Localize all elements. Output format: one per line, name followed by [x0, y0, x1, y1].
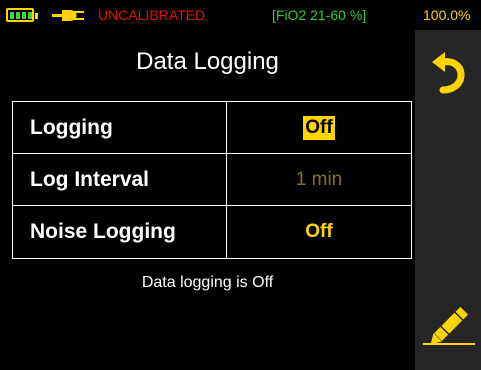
settings-table: Logging Off Log Interval 1 min Noise Log… [12, 101, 412, 259]
pencil-edit-icon[interactable] [421, 292, 477, 362]
status-message: Data logging is Off [141, 274, 274, 291]
battery-full-icon [6, 8, 38, 22]
setting-row-log-interval[interactable]: Log Interval 1 min [13, 154, 411, 206]
setting-label: Log Interval [13, 154, 227, 205]
setting-value-text: Off [303, 116, 335, 140]
setting-value-log-interval[interactable]: 1 min [227, 154, 411, 205]
fio2-range: [FiO2 21-60 %] [272, 7, 367, 23]
setting-row-noise-logging[interactable]: Noise Logging Off [13, 206, 411, 258]
setting-label: Logging [13, 102, 227, 153]
setting-label: Noise Logging [13, 206, 227, 258]
setting-row-logging[interactable]: Logging Off [13, 102, 411, 154]
setting-value-logging[interactable]: Off [227, 102, 411, 153]
back-arrow-icon[interactable] [429, 50, 469, 98]
oxygen-percent: 100.0% [423, 7, 471, 23]
right-panel [415, 30, 481, 370]
setting-value-noise-logging[interactable]: Off [227, 206, 411, 258]
calibration-status: UNCALIBRATED [98, 7, 206, 23]
status-bar: UNCALIBRATED [FiO2 21-60 %] 100.0% [0, 0, 481, 30]
plug-icon [52, 10, 84, 21]
page-title: Data Logging [136, 48, 279, 75]
